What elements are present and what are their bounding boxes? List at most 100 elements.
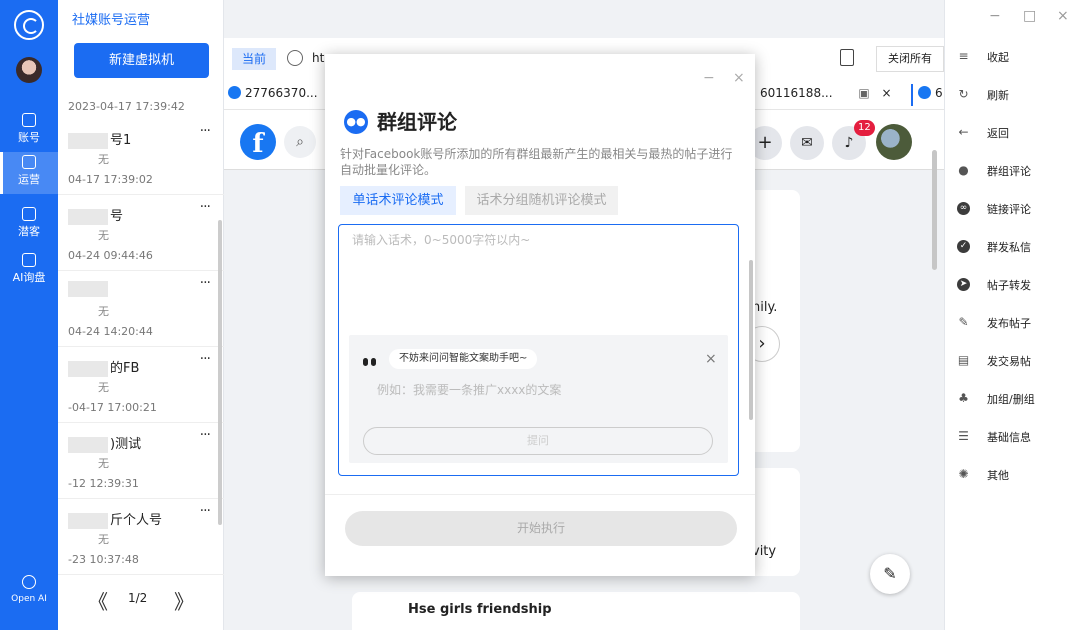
nav-account-label: 账号 <box>18 131 40 144</box>
new-vm-button[interactable]: 新建虚拟机 <box>74 43 209 78</box>
account-tag: 无 <box>98 229 109 242</box>
menu-join-leave-group[interactable]: ♣ 加组/删组 <box>945 380 1080 418</box>
nav-openai[interactable]: Open AI <box>0 572 58 614</box>
menu-publish-post[interactable]: ✎ 发布帖子 <box>945 304 1080 342</box>
account-item[interactable]: )测试 无 -12 12:39:31 ··· <box>58 423 224 499</box>
sliders-icon: ☰ <box>958 429 969 443</box>
menu-trade-post[interactable]: ▤ 发交易帖 <box>945 342 1080 380</box>
close-all-button[interactable]: 关闭所有 <box>876 46 944 72</box>
tab-item[interactable]: 27766370... <box>228 86 318 100</box>
url-text[interactable]: ht <box>312 51 324 65</box>
account-tag: 无 <box>98 533 109 546</box>
account-item[interactable]: 无 04-24 14:20:44 ··· <box>58 271 224 347</box>
menu-link-comment[interactable]: ∞ 链接评论 <box>945 190 1080 228</box>
leads-icon <box>22 207 36 221</box>
mode-single-button[interactable]: 单话术评论模式 <box>340 186 456 215</box>
account-name: 的FB <box>68 357 139 377</box>
account-item[interactable]: 号 无 04-24 09:44:46 ··· <box>58 195 224 271</box>
account-name: )测试 <box>68 433 141 453</box>
dialog-description: 针对Facebook账号所添加的所有群组最新产生的最相关与最热的帖子进行自动批量… <box>340 147 733 177</box>
current-tag[interactable]: 当前 <box>232 48 276 70</box>
nav-leads[interactable]: 潜客 <box>0 204 58 246</box>
side-menu: − □ × ≡ 收起 ↻ 刷新 ← 返回 ● 群组评论 ∞ 链接评论 ✓ 群发私… <box>944 0 1080 630</box>
menu-other[interactable]: ✺ 其他 <box>945 456 1080 494</box>
menu-collapse[interactable]: ≡ 收起 <box>945 38 1080 76</box>
nav-ai-inquiry[interactable]: AI询盘 <box>0 250 58 292</box>
tab-separator <box>911 84 913 106</box>
menu-refresh[interactable]: ↻ 刷新 <box>945 76 1080 114</box>
nav-operate[interactable]: 运营 <box>0 152 58 194</box>
account-tag: 无 <box>98 153 109 166</box>
mode-random-button[interactable]: 话术分组随机评论模式 <box>465 186 618 215</box>
ask-button[interactable]: 提问 <box>363 427 713 455</box>
tab-item[interactable]: 6 <box>918 86 943 100</box>
tab-item[interactable]: 60116188... ▣ × <box>760 86 892 100</box>
account-item[interactable]: 斤个人号 无 -23 10:37:48 ··· <box>58 499 224 575</box>
menu-back[interactable]: ← 返回 <box>945 114 1080 152</box>
menu-bulk-message[interactable]: ✓ 群发私信 <box>945 228 1080 266</box>
more-icon[interactable]: ··· <box>200 427 211 443</box>
account-item[interactable]: 号1 无 04-17 17:39:02 ··· <box>58 119 224 195</box>
user-avatar[interactable] <box>16 57 42 83</box>
profile-avatar[interactable] <box>876 124 912 160</box>
more-icon[interactable]: ··· <box>200 123 211 139</box>
menu-label: 发交易帖 <box>987 355 1031 368</box>
more-icon[interactable]: ··· <box>200 275 211 291</box>
tab-close-icon[interactable]: × <box>882 86 892 100</box>
search-icon[interactable]: ⌕ <box>284 126 316 158</box>
more-icon[interactable]: ··· <box>200 351 211 367</box>
post-card: Hse girls friendship <box>352 592 800 630</box>
group-icon: ● <box>958 163 969 177</box>
prev-page-button[interactable]: 《 <box>88 586 108 615</box>
nav-account[interactable]: 账号 <box>0 110 58 152</box>
page-indicator: 1/2 <box>128 591 148 605</box>
close-assistant-icon[interactable]: × <box>705 351 717 367</box>
menu-label: 发布帖子 <box>987 317 1031 330</box>
execute-button[interactable]: 开始执行 <box>345 511 737 546</box>
account-tag: 无 <box>98 305 109 318</box>
notification-badge: 12 <box>854 120 875 136</box>
dialog-scrollbar[interactable] <box>749 260 753 420</box>
maximize-window-icon[interactable]: □ <box>1023 8 1036 24</box>
menu-label: 加组/删组 <box>987 393 1035 406</box>
assistant-hint[interactable]: 例如：我需要一条推广xxxx的文案 <box>377 381 561 398</box>
account-time: -23 10:37:48 <box>68 553 139 566</box>
menu-group-comment[interactable]: ● 群组评论 <box>945 152 1080 190</box>
ai-assistant-panel: 不妨来问问智能文案助手吧~ × 例如：我需要一条推广xxxx的文案 提问 <box>349 335 728 463</box>
next-page-button[interactable]: 》 <box>174 586 194 615</box>
account-item[interactable]: 的FB 无 -04-17 17:00:21 ··· <box>58 347 224 423</box>
more-icon[interactable]: ··· <box>200 199 211 215</box>
menu-basic-info[interactable]: ☰ 基础信息 <box>945 418 1080 456</box>
app-logo-icon <box>14 10 44 40</box>
minimize-dialog-icon[interactable]: − <box>703 70 715 86</box>
nav-operate-label: 运营 <box>18 173 40 186</box>
account-time: -12 12:39:31 <box>68 477 139 490</box>
globe-icon <box>287 50 303 66</box>
minimize-window-icon[interactable]: − <box>989 8 1001 24</box>
messenger-icon[interactable]: ✉ <box>790 126 824 160</box>
facebook-icon <box>918 86 931 99</box>
account-list-panel: 社媒账号运营 新建虚拟机 2023-04-17 17:39:42 号1 无 04… <box>58 0 224 630</box>
assistant-bubble: 不妨来问问智能文案助手吧~ <box>389 349 538 369</box>
compose-icon[interactable]: ✎ <box>870 554 910 594</box>
facebook-logo-icon[interactable]: f <box>240 124 276 160</box>
close-dialog-icon[interactable]: × <box>733 70 745 86</box>
account-tag: 无 <box>98 457 109 470</box>
list-scrollbar[interactable] <box>218 220 222 525</box>
script-input[interactable] <box>339 225 738 331</box>
more-icon[interactable]: ··· <box>200 503 211 519</box>
group-comment-dialog: − × ●● 群组评论 针对Facebook账号所添加的所有群组最新产生的最相关… <box>325 54 755 576</box>
ai-icon <box>22 253 36 267</box>
first-account-time: 2023-04-17 17:39:42 <box>68 100 185 113</box>
operate-icon <box>22 155 36 169</box>
copy-icon[interactable] <box>840 49 854 66</box>
post-text: nily. <box>752 300 778 315</box>
account-time: 04-17 17:39:02 <box>68 173 153 186</box>
tab-page-icon: ▣ <box>858 86 870 100</box>
menu-label: 群发私信 <box>987 241 1031 254</box>
tab-label: 27766370... <box>245 86 318 100</box>
close-window-icon[interactable]: × <box>1057 8 1069 24</box>
script-editor: 不妨来问问智能文案助手吧~ × 例如：我需要一条推广xxxx的文案 提问 <box>338 224 739 476</box>
page-scrollbar[interactable] <box>930 126 938 606</box>
menu-share-post[interactable]: ➤ 帖子转发 <box>945 266 1080 304</box>
